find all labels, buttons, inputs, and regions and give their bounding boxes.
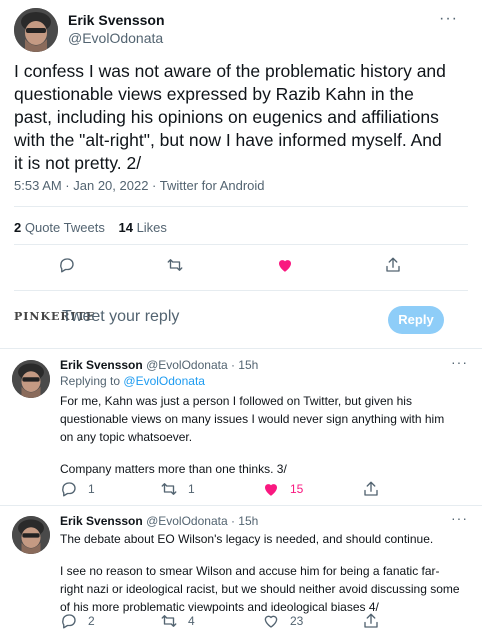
reply-input[interactable]: Tweet your reply <box>62 308 179 326</box>
retweet-icon <box>161 483 177 495</box>
divider <box>0 505 482 506</box>
reply-icon <box>60 258 74 273</box>
author-handle[interactable]: @EvolOdonata <box>146 358 228 372</box>
reply-submit-button[interactable]: Reply <box>388 306 444 334</box>
reply-paragraph: For me, Kahn was just a person I followe… <box>60 394 445 444</box>
share-icon <box>386 257 400 272</box>
avatar[interactable] <box>12 516 50 554</box>
like-count: 23 <box>290 614 304 628</box>
divider <box>14 244 468 245</box>
reply-tweet[interactable]: Erik Svensson @EvolOdonata · 15h ··· The… <box>0 510 482 640</box>
avatar-photo <box>12 360 50 398</box>
reply-icon <box>62 614 76 629</box>
retweet-button[interactable]: 4 <box>160 612 195 630</box>
reply-paragraph: I see no reason to smear Wilson and accu… <box>60 564 460 614</box>
author-name[interactable]: Erik Svensson <box>60 358 143 372</box>
avatar[interactable] <box>12 360 50 398</box>
quote-tweets-stat[interactable]: 2 Quote Tweets <box>14 220 105 235</box>
retweet-count: 4 <box>188 614 195 628</box>
more-options-icon[interactable]: ··· <box>439 10 458 28</box>
heart-icon <box>265 484 277 496</box>
likes-stat[interactable]: 14 Likes <box>118 220 166 235</box>
share-icon <box>364 613 378 628</box>
reply-paragraph: Company matters more than one thinks. 3/ <box>60 462 287 476</box>
replying-to: Replying to @EvolOdonata <box>60 374 205 388</box>
main-tweet-actions <box>0 256 482 278</box>
share-button[interactable] <box>384 256 402 274</box>
timestamp[interactable]: · 15h <box>231 514 258 528</box>
divider <box>14 290 468 291</box>
reply-button[interactable] <box>58 256 76 274</box>
like-count: 15 <box>290 482 304 496</box>
reply-paragraph: The debate about EO Wilson's legacy is n… <box>60 532 434 546</box>
tweet-text: I confess I was not aware of the problem… <box>14 61 446 173</box>
timestamp[interactable]: · 15h <box>231 358 258 372</box>
author-handle[interactable]: @EvolOdonata <box>146 514 228 528</box>
heart-icon <box>279 260 291 272</box>
like-button[interactable]: 15 <box>262 480 303 498</box>
author-name[interactable]: Erik Svensson <box>60 514 143 528</box>
retweet-icon <box>161 615 177 627</box>
like-count: 14 <box>118 220 133 235</box>
share-icon <box>364 481 378 496</box>
retweet-button[interactable] <box>166 256 184 274</box>
tweet-meta[interactable]: 5:53 AM · Jan 20, 2022 · Twitter for And… <box>14 178 265 193</box>
retweet-icon <box>167 259 183 271</box>
divider <box>14 206 468 207</box>
divider <box>0 348 482 349</box>
avatar[interactable] <box>14 8 58 52</box>
tweet-stats: 2 Quote Tweets 14 Likes <box>14 220 167 235</box>
author-name[interactable]: Erik Svensson <box>68 12 165 28</box>
reply-icon <box>62 482 76 497</box>
reply-text: For me, Kahn was just a person I followe… <box>60 392 460 478</box>
more-options-icon[interactable]: ··· <box>451 510 468 526</box>
like-button[interactable] <box>276 256 294 274</box>
like-button[interactable]: 23 <box>262 612 303 630</box>
reply-tweet[interactable]: Erik Svensson @EvolOdonata · 15h ··· Rep… <box>0 354 482 504</box>
author-handle[interactable]: @EvolOdonata <box>68 30 163 46</box>
share-button[interactable] <box>362 480 380 498</box>
reply-button[interactable]: 2 <box>60 612 95 630</box>
quote-label: Quote Tweets <box>24 220 105 235</box>
main-tweet-header: Erik Svensson @EvolOdonata ··· <box>14 8 470 52</box>
retweet-count: 1 <box>188 482 195 496</box>
reply-actions: 1 1 15 <box>0 480 482 502</box>
reply-actions: 2 4 23 <box>0 612 482 634</box>
more-options-icon[interactable]: ··· <box>451 354 468 370</box>
reply-count: 2 <box>88 614 95 628</box>
likes-label: Likes <box>136 220 167 235</box>
quote-count: 2 <box>14 220 22 235</box>
reply-header: Erik Svensson @EvolOdonata · 15h <box>60 514 258 528</box>
retweet-button[interactable]: 1 <box>160 480 195 498</box>
avatar-photo <box>12 516 50 554</box>
avatar-photo <box>14 8 58 52</box>
reply-button[interactable]: 1 <box>60 480 95 498</box>
reply-count: 1 <box>88 482 95 496</box>
heart-outline-icon <box>264 615 278 628</box>
reply-composer: PINKERITE Tweet your reply Reply <box>0 296 482 342</box>
share-button[interactable] <box>362 612 380 630</box>
reply-header: Erik Svensson @EvolOdonata · 15h <box>60 358 258 372</box>
reply-text: The debate about EO Wilson's legacy is n… <box>60 530 460 616</box>
replying-to-label: Replying to <box>60 374 121 388</box>
replying-to-handle[interactable]: @EvolOdonata <box>123 374 205 388</box>
